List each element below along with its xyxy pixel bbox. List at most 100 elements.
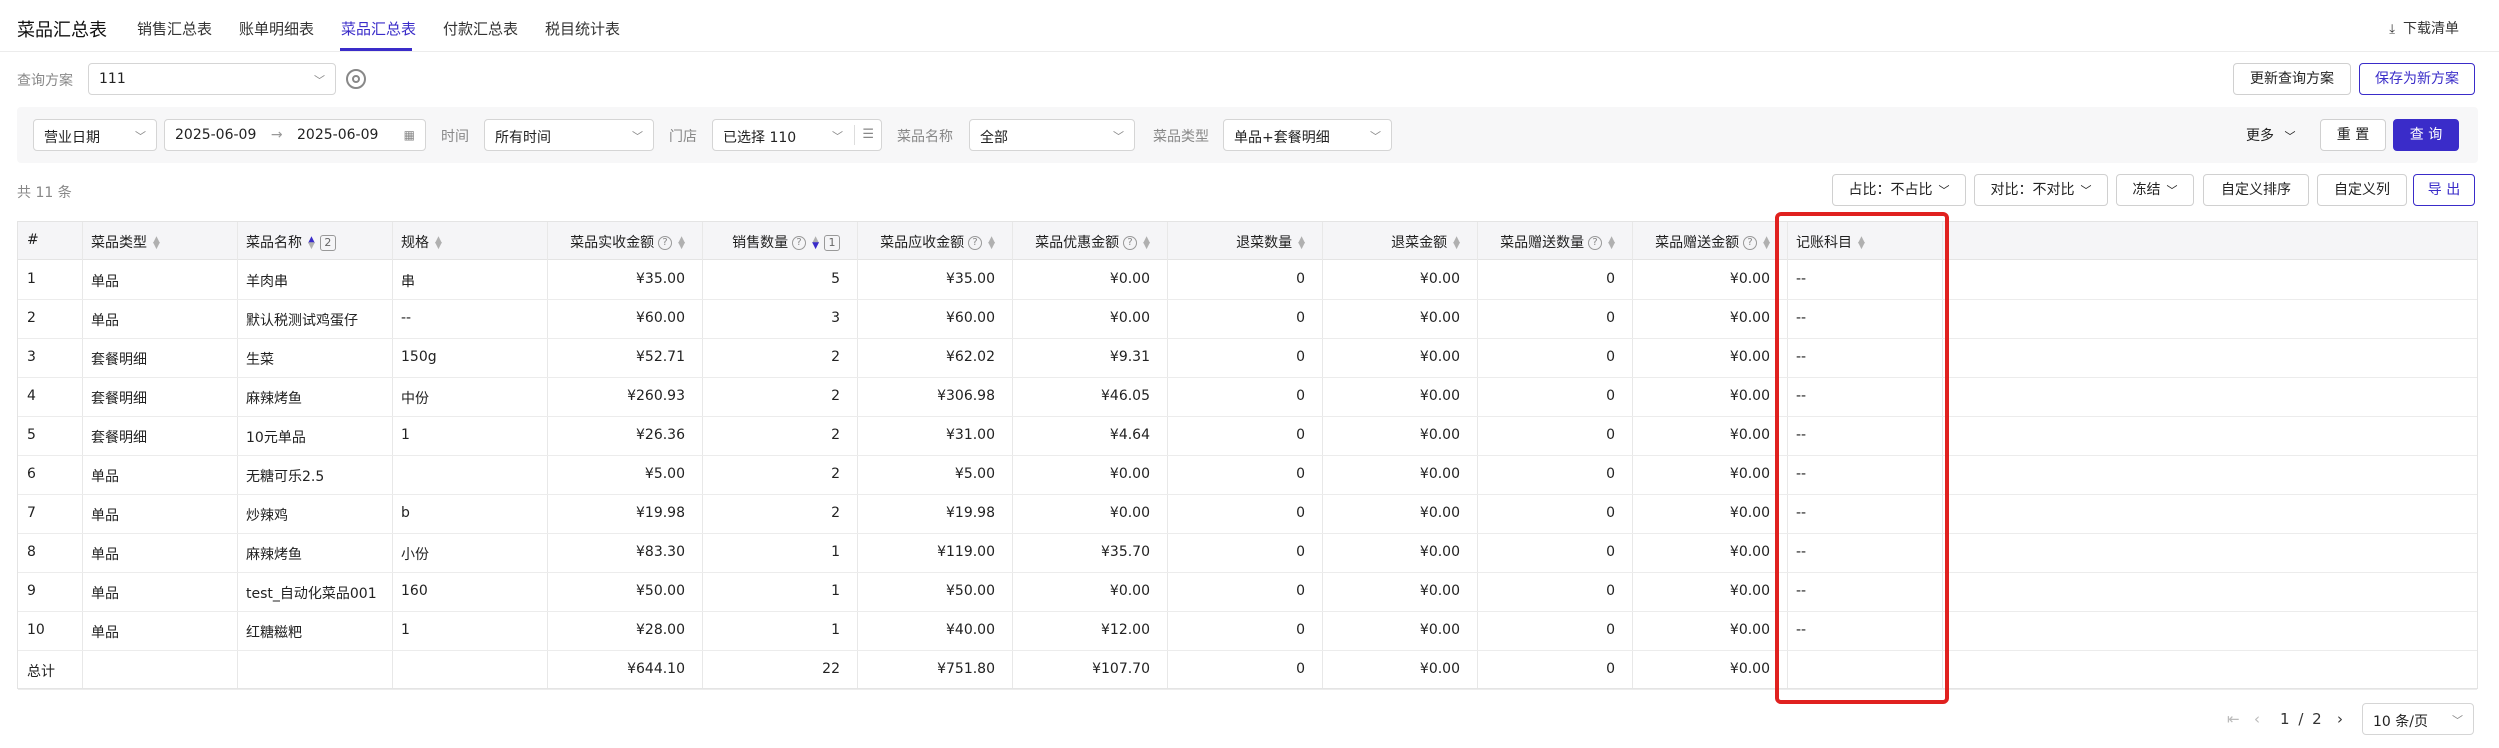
header-dish-name[interactable]: 菜品名称 ▲ ▼ 2 [246, 232, 336, 252]
cell-account-item: -- [1796, 583, 1807, 599]
current-page[interactable]: 1 [2280, 710, 2290, 728]
help-icon[interactable]: ? [968, 236, 983, 250]
cell-receivable: ¥60.00 [946, 310, 995, 326]
sort-icon[interactable]: ▲ ▼ [153, 236, 160, 251]
dish-type-label: 菜品类型 [1153, 129, 1209, 145]
sort-icon[interactable]: ▲ ▼ [988, 236, 995, 251]
date-type-select[interactable]: 营业日期 ﹀ [33, 119, 157, 151]
sort-icon[interactable]: ▲ ▼ [1453, 236, 1460, 251]
sort-icon[interactable]: ▲ ▼ [678, 236, 685, 251]
header-return-qty[interactable]: 退菜数量 ▲ ▼ [1236, 232, 1305, 252]
scheme-select[interactable]: 111 ﹀ [88, 63, 336, 95]
cell-sales-qty: 2 [831, 505, 840, 521]
sort-icon[interactable]: ▲ ▼ [1858, 236, 1865, 251]
ratio-select[interactable]: 占比：不占比 ﹀ [1832, 174, 1966, 206]
header-return-amount[interactable]: 退菜金额 ▲ ▼ [1391, 232, 1460, 252]
more-filters-button[interactable]: 更多 ﹀ [2246, 125, 2295, 145]
cell-actual-amount: ¥260.93 [627, 388, 685, 404]
page-size-select[interactable]: 10 条/页 ﹀ [2362, 703, 2474, 735]
scheme-value: 111 [99, 71, 126, 87]
help-icon[interactable]: ? [792, 236, 807, 250]
update-scheme-button[interactable]: 更新查询方案 [2233, 63, 2351, 95]
help-icon[interactable]: ? [1588, 236, 1603, 250]
chevron-down-icon: ﹀ [2452, 714, 2463, 727]
cell-index: 总计 [27, 664, 55, 680]
dish-type-select[interactable]: 单品+套餐明细 ﹀ [1223, 119, 1392, 151]
tab-tax-statistics[interactable]: 税目统计表 [545, 18, 620, 39]
sort-icon[interactable]: ▲ ▼ [1608, 236, 1615, 251]
cell-actual-amount: ¥50.00 [636, 583, 685, 599]
date-start[interactable]: 2025-06-09 [175, 127, 256, 143]
page-title: 菜品汇总表 [17, 20, 107, 41]
tab-bill-detail[interactable]: 账单明细表 [239, 18, 314, 39]
sort-icon[interactable]: ▲ ▼ [308, 236, 315, 251]
sort-icon[interactable]: ▲ ▼ [1298, 236, 1305, 251]
date-range-picker[interactable]: 2025-06-09 → 2025-06-09 ▦ [164, 119, 426, 151]
cell-spec: 串 [401, 274, 415, 290]
cell-return-amount: ¥0.00 [1419, 466, 1460, 482]
header-discount[interactable]: 菜品优惠金额? ▲ ▼ [1035, 232, 1150, 252]
sort-rank-badge: 1 [824, 235, 840, 251]
help-icon[interactable]: ? [1123, 236, 1138, 250]
download-list-link[interactable]: ⤓ 下载清单 [2389, 18, 2459, 38]
pagination-status: 1 / 2 [2280, 710, 2322, 728]
cell-dish-name: 无糖可乐2.5 [246, 469, 325, 485]
cell-receivable: ¥50.00 [946, 583, 995, 599]
cell-return-qty: 0 [1296, 310, 1305, 326]
header-actual-amount[interactable]: 菜品实收金额? ▲ ▼ [570, 232, 685, 252]
help-icon[interactable]: ? [1743, 236, 1758, 250]
custom-columns-button[interactable]: 自定义列 [2317, 174, 2407, 206]
query-button[interactable]: 查 询 [2393, 119, 2459, 151]
dish-name-select[interactable]: 全部 ﹀ [969, 119, 1135, 151]
cell-return-amount: ¥0.00 [1419, 583, 1460, 599]
freeze-select[interactable]: 冻结 ﹀ [2116, 174, 2194, 206]
tab-payment-summary[interactable]: 付款汇总表 [443, 18, 518, 39]
cell-return-qty: 0 [1296, 349, 1305, 365]
prev-page-icon[interactable]: ‹ [2254, 710, 2260, 728]
cell-dish-name: 麻辣烤鱼 [246, 391, 302, 407]
tab-sales-summary[interactable]: 销售汇总表 [137, 18, 212, 39]
cell-gift-qty: 0 [1606, 349, 1615, 365]
sort-icon[interactable]: ▲ ▼ [812, 236, 819, 251]
store-select[interactable]: 已选择 110 ﹀ ☰ [712, 119, 882, 151]
cell-discount: ¥46.05 [1101, 388, 1150, 404]
header-gift-amount[interactable]: 菜品赠送金额? ▲ ▼ [1655, 232, 1770, 252]
help-icon[interactable]: ? [658, 236, 673, 250]
first-page-icon[interactable]: ⇤ [2227, 710, 2240, 728]
header-receivable[interactable]: 菜品应收金额? ▲ ▼ [880, 232, 995, 252]
reset-button[interactable]: 重 置 [2320, 119, 2386, 151]
cell-receivable: ¥40.00 [946, 622, 995, 638]
cell-sales-qty: 5 [831, 271, 840, 287]
header-dish-type[interactable]: 菜品类型 ▲ ▼ [91, 232, 160, 252]
chevron-down-icon: ﹀ [1370, 130, 1381, 143]
cell-dish-type: 套餐明细 [91, 391, 147, 407]
tab-dish-summary[interactable]: 菜品汇总表 [341, 18, 416, 39]
cell-dish-type: 单品 [91, 586, 119, 602]
custom-sort-button[interactable]: 自定义排序 [2203, 174, 2309, 206]
export-button[interactable]: 导 出 [2413, 174, 2475, 206]
cell-account-item: -- [1796, 622, 1807, 638]
header-sales-qty[interactable]: 销售数量? ▲ ▼ 1 [732, 232, 840, 252]
next-page-icon[interactable]: › [2337, 710, 2343, 728]
filter-settings-icon[interactable]: ☰ [862, 127, 874, 142]
cell-gift-qty: 0 [1606, 661, 1615, 677]
cell-discount: ¥107.70 [1092, 661, 1150, 677]
time-label: 时间 [441, 129, 469, 145]
cell-gift-amount: ¥0.00 [1729, 349, 1770, 365]
cell-spec: 1 [401, 427, 410, 443]
header-gift-qty[interactable]: 菜品赠送数量? ▲ ▼ [1500, 232, 1615, 252]
cell-dish-type: 套餐明细 [91, 430, 147, 446]
date-separator: → [270, 127, 283, 143]
header-account-item[interactable]: 记账科目 ▲ ▼ [1796, 232, 1865, 252]
sort-icon[interactable]: ▲ ▼ [1763, 236, 1770, 251]
save-new-scheme-button[interactable]: 保存为新方案 [2359, 63, 2475, 95]
cell-gift-qty: 0 [1606, 388, 1615, 404]
sort-icon[interactable]: ▲ ▼ [1143, 236, 1150, 251]
cell-dish-type: 单品 [91, 274, 119, 290]
header-spec[interactable]: 规格 ▲ ▼ [401, 232, 442, 252]
compare-select[interactable]: 对比：不对比 ﹀ [1974, 174, 2108, 206]
settings-icon[interactable] [346, 69, 366, 89]
sort-icon[interactable]: ▲ ▼ [435, 236, 442, 251]
time-select[interactable]: 所有时间 ﹀ [484, 119, 654, 151]
date-end[interactable]: 2025-06-09 [297, 127, 378, 143]
